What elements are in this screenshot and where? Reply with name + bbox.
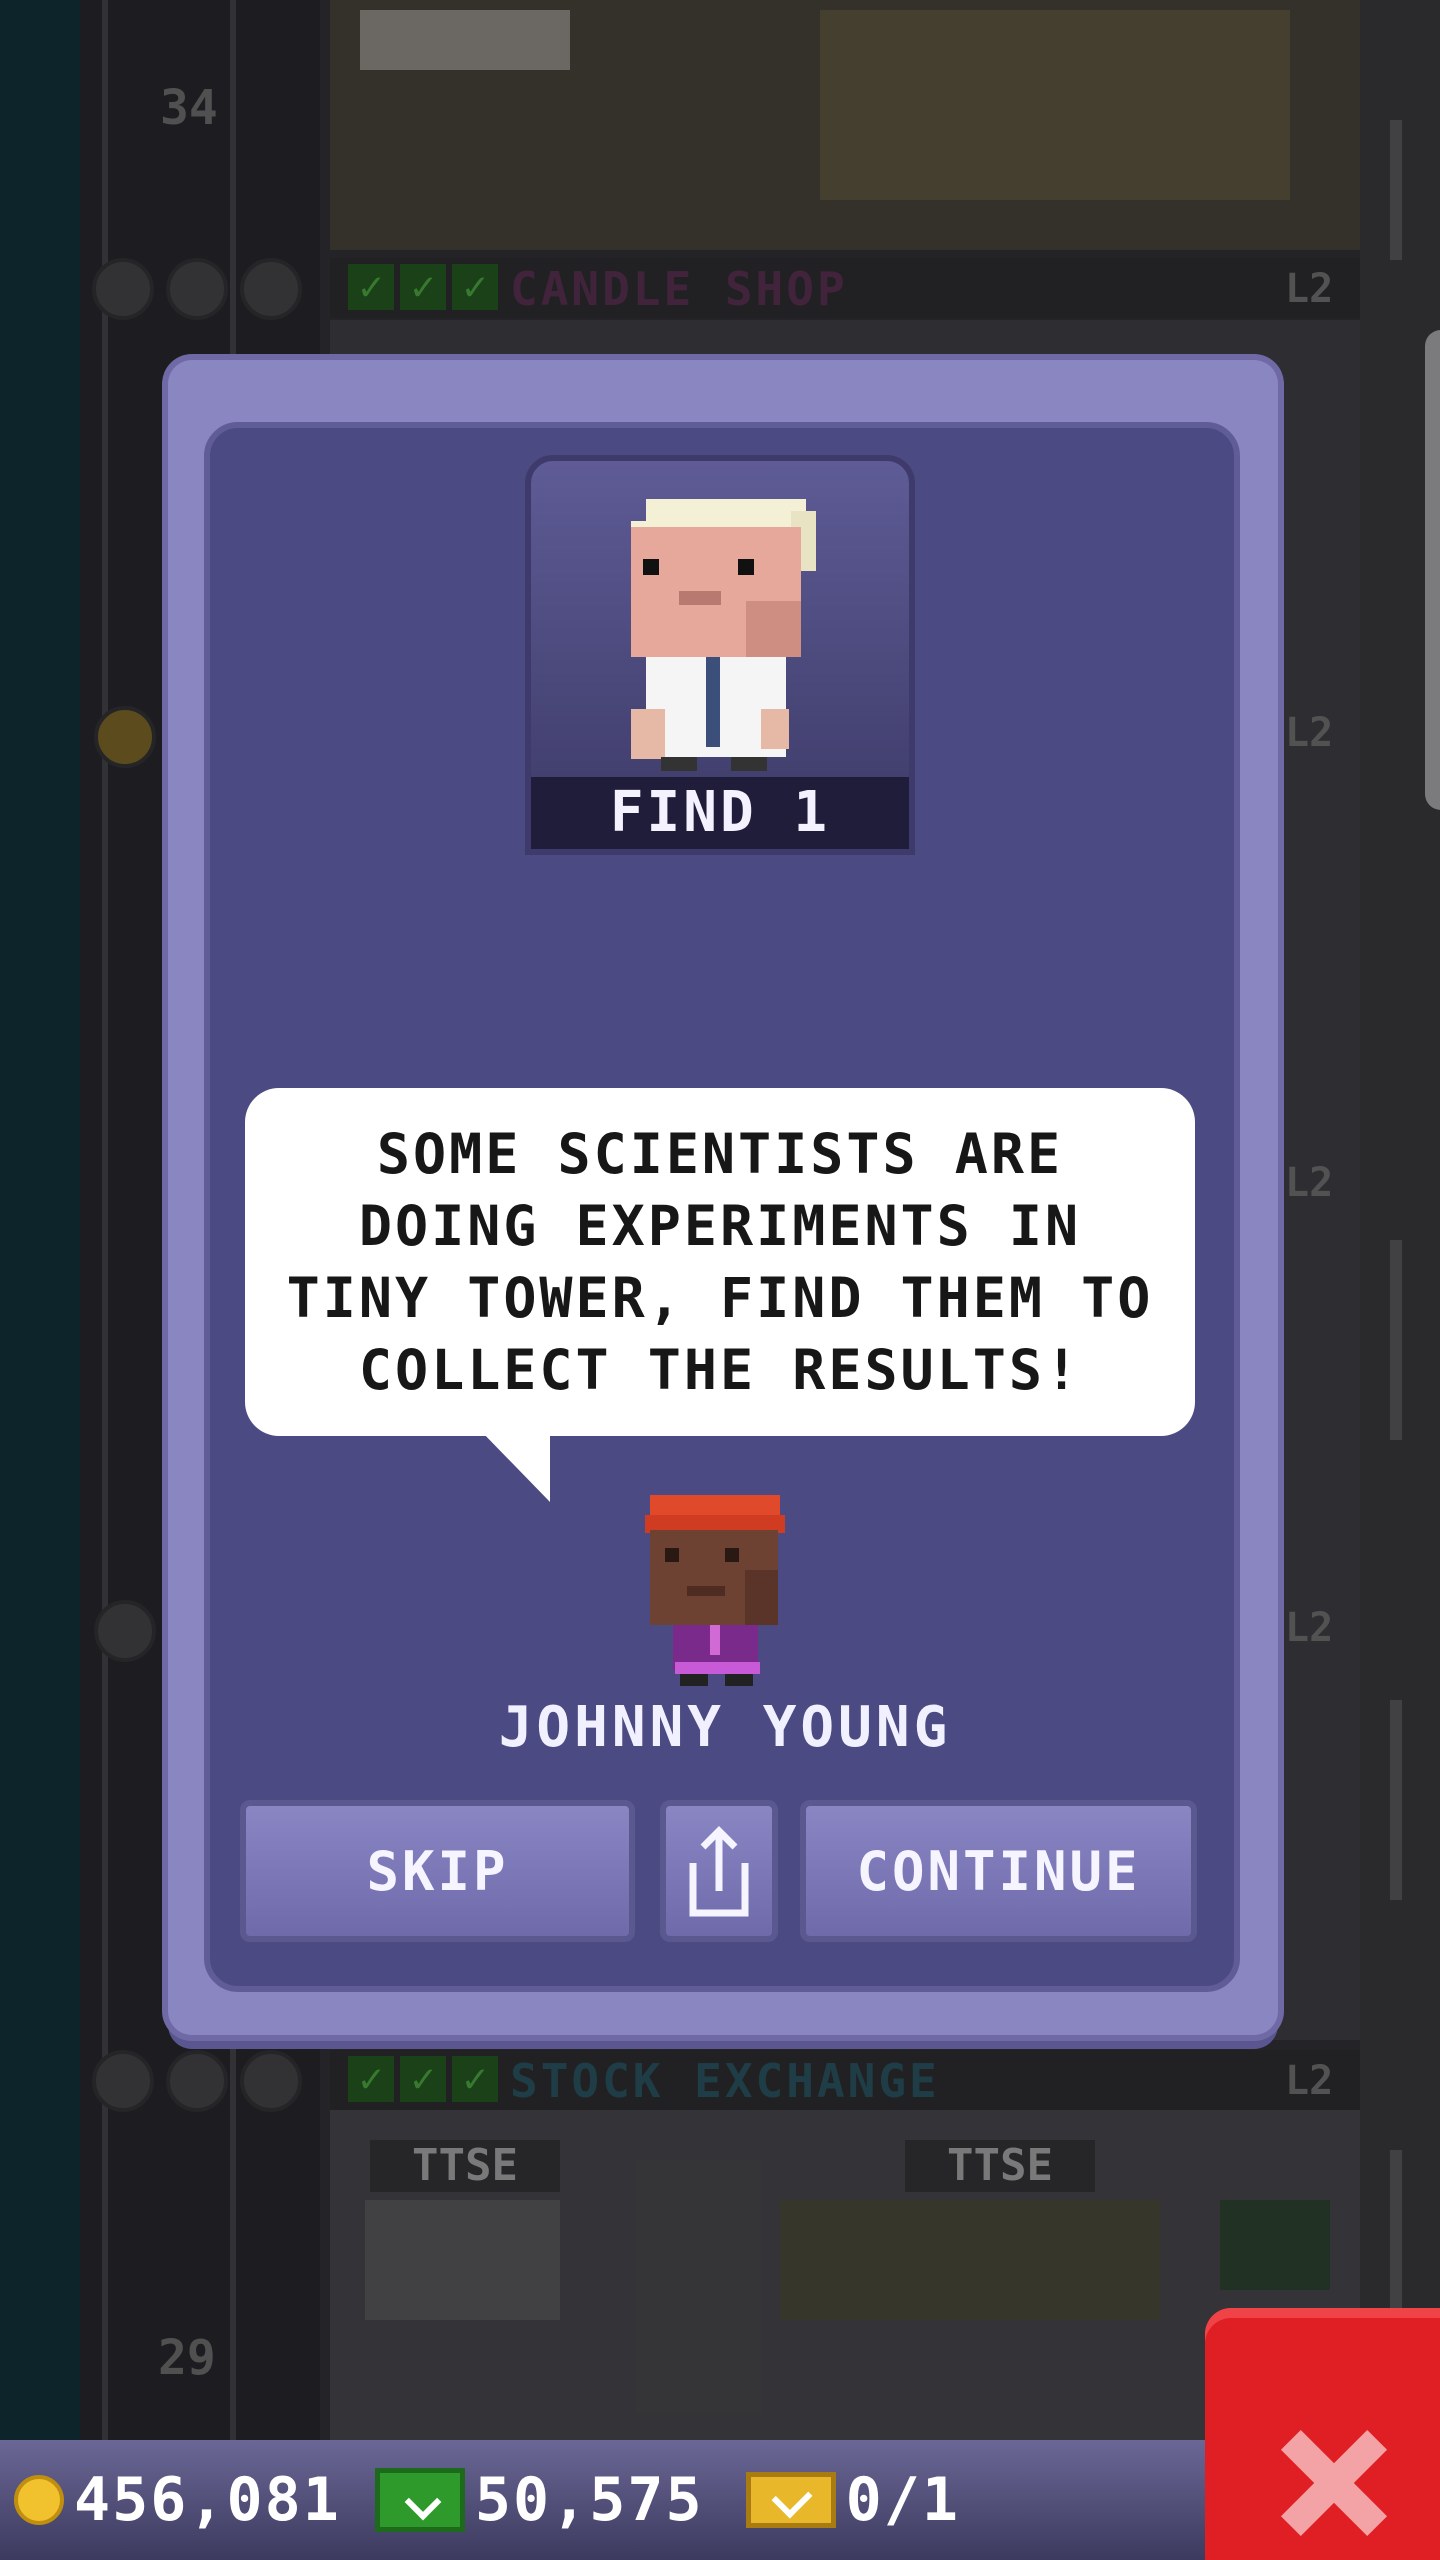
skip-button-label: SKIP	[366, 1839, 509, 1903]
continue-button[interactable]: CONTINUE	[800, 1800, 1197, 1942]
speaker-name: JOHNNY YOUNG	[498, 1695, 952, 1760]
bitizen-avatar-icon	[645, 1495, 785, 1686]
coins-counter[interactable]: 456,081	[14, 2465, 341, 2535]
bux-value: 50,575	[474, 2465, 704, 2535]
tickets-value: 0/1	[845, 2465, 960, 2535]
coins-value: 456,081	[74, 2465, 341, 2535]
bux-counter[interactable]: 50,575	[355, 2465, 704, 2535]
scientist-icon	[631, 499, 816, 771]
continue-button-label: CONTINUE	[856, 1839, 1141, 1903]
mission-description: SOME SCIENTISTS ARE DOING EXPERIMENTS IN…	[286, 1122, 1154, 1402]
bux-icon	[374, 2468, 465, 2532]
skip-button[interactable]: SKIP	[240, 1800, 635, 1942]
close-button[interactable]	[1205, 2308, 1440, 2560]
mission-label: FIND 1	[531, 777, 909, 849]
close-icon	[1275, 2428, 1385, 2538]
speech-bubble-tail	[480, 1430, 550, 1502]
tickets-counter[interactable]: 0/1	[718, 2465, 960, 2535]
ticket-icon	[745, 2472, 836, 2528]
speech-bubble: SOME SCIENTISTS ARE DOING EXPERIMENTS IN…	[245, 1088, 1195, 1436]
resource-bar: 456,081 50,575 0/1	[0, 2440, 1215, 2560]
coin-icon	[14, 2475, 64, 2525]
mission-target-card: FIND 1	[525, 455, 915, 855]
share-icon	[689, 1826, 749, 1917]
share-button[interactable]	[660, 1800, 778, 1942]
